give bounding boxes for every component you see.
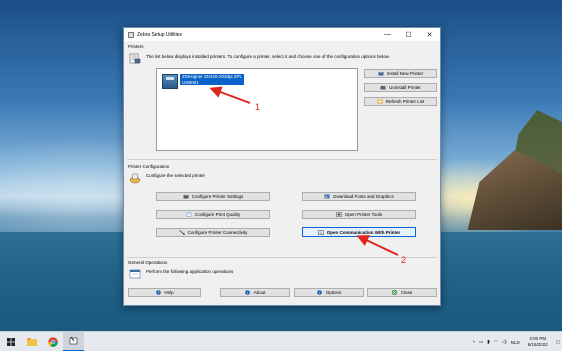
- section-divider: [127, 159, 437, 160]
- about-button[interactable]: i About: [220, 288, 290, 297]
- about-icon: i: [245, 290, 251, 295]
- notification-icon[interactable]: ▢: [556, 339, 560, 345]
- chrome-icon: [47, 336, 58, 347]
- about-label: About: [253, 290, 266, 295]
- uninstall-printer-label: Uninstall Printer: [389, 85, 421, 90]
- section-divider-2: [127, 257, 437, 258]
- options-label: Options: [325, 290, 342, 295]
- title-bar[interactable]: Zebra Setup Utilities — ☐ ✕: [124, 28, 440, 41]
- volume-icon[interactable]: ◁): [502, 339, 507, 345]
- install-new-printer-label: Install New Printer: [386, 71, 424, 76]
- configure-printer-connectivity-label: Configure Printer Connectivity: [187, 230, 248, 235]
- help-icon: ?: [155, 290, 161, 295]
- network-icon[interactable]: ▭: [479, 339, 483, 345]
- help-label: Help: [164, 290, 174, 295]
- file-explorer-taskbar-item[interactable]: [21, 332, 42, 351]
- app-icon: [128, 31, 134, 38]
- start-button[interactable]: [0, 332, 21, 351]
- folder-icon: [26, 337, 37, 346]
- clock[interactable]: 3:00 PM 6/16/2022: [526, 336, 550, 348]
- taskbar: ^ ▭ ▮ ◠ ◁) NLD 3:00 PM 6/16/2022 ▢: [0, 331, 562, 351]
- system-tray: ^ ▭ ▮ ◠ ◁) NLD 3:00 PM 6/16/2022 ▢: [471, 332, 562, 351]
- open-printer-tools-button[interactable]: Open Printer Tools: [302, 210, 416, 219]
- close-icon: [392, 290, 398, 295]
- communication-icon: [318, 229, 324, 235]
- annotation-number-2: 2: [401, 255, 407, 265]
- minimize-button[interactable]: —: [377, 28, 398, 41]
- download-fonts-icon: A: [324, 194, 330, 199]
- download-fonts-graphics-button[interactable]: A Download Fonts and Graphics: [302, 192, 416, 201]
- general-operations-section-label: General Operations: [128, 260, 168, 265]
- maximize-button[interactable]: ☐: [398, 28, 419, 41]
- general-operations-hint: Perform the following application operat…: [146, 269, 234, 274]
- printer-list-icon: [129, 53, 141, 64]
- annotation-number-1: 1: [255, 102, 261, 112]
- printer-settings-icon: [183, 194, 189, 199]
- zebra-setup-utilities-taskbar-item[interactable]: [63, 331, 84, 351]
- clock-date: 6/16/2022: [527, 342, 548, 347]
- windows-logo-icon: [6, 337, 15, 346]
- printers-hint: The list below displays installed printe…: [146, 54, 390, 59]
- download-fonts-graphics-label: Download Fonts and Graphics: [333, 194, 394, 199]
- open-printer-tools-label: Open Printer Tools: [344, 212, 383, 217]
- printer-tools-icon: [336, 212, 342, 217]
- install-new-printer-button[interactable]: Install New Printer: [364, 69, 437, 78]
- printer-name: ZDesigner ZD420-203dpi ZPL: [182, 74, 243, 79]
- open-communication-with-printer-label: Open Communication With Printer: [326, 229, 401, 235]
- open-communication-with-printer-button[interactable]: Open Communication With Printer: [302, 227, 416, 237]
- refresh-icon: [377, 99, 383, 104]
- svg-text:i: i: [247, 291, 248, 295]
- options-icon: i: [317, 290, 323, 295]
- printers-section-label: Printers: [128, 44, 144, 49]
- refresh-printer-list-label: Refresh Printer List: [385, 99, 425, 104]
- help-button[interactable]: ? Help: [128, 288, 201, 297]
- printer-icon: [162, 74, 178, 89]
- zebra-app-icon: [69, 336, 78, 345]
- configure-printer-icon: [129, 173, 141, 184]
- uninstall-printer-button[interactable]: Uninstall Printer: [364, 83, 437, 92]
- connectivity-icon: [178, 230, 185, 235]
- uninstall-printer-icon: [380, 85, 386, 90]
- printer-configuration-section-label: Printer Configuration: [128, 164, 170, 169]
- window-title: Zebra Setup Utilities: [137, 31, 183, 38]
- print-quality-icon: [186, 212, 192, 217]
- configure-printer-connectivity-button[interactable]: Configure Printer Connectivity: [156, 228, 270, 237]
- close-window-button[interactable]: ✕: [419, 28, 440, 41]
- application-window-icon: [129, 269, 141, 279]
- svg-text:?: ?: [157, 291, 159, 295]
- configure-printer-settings-label: Configure Printer Settings: [191, 194, 244, 199]
- printer-entry-zd420[interactable]: ZDesigner ZD420-203dpi ZPL USB001: [162, 74, 245, 89]
- zebra-setup-utilities-window: Zebra Setup Utilities — ☐ ✕ Printers The…: [123, 27, 441, 306]
- printer-configuration-hint: Configure the selected printer: [146, 173, 206, 178]
- options-button[interactable]: i Options: [294, 288, 364, 297]
- battery-icon[interactable]: ▮: [487, 339, 489, 345]
- refresh-printer-list-button[interactable]: Refresh Printer List: [364, 97, 437, 106]
- close-button[interactable]: Close: [367, 288, 437, 297]
- language-indicator[interactable]: NLD: [511, 340, 520, 345]
- printer-port: USB001: [182, 79, 199, 85]
- configure-print-quality-button[interactable]: Configure Print Quality: [156, 210, 270, 219]
- chevron-up-icon[interactable]: ^: [473, 340, 475, 345]
- configure-print-quality-label: Configure Print Quality: [194, 212, 241, 217]
- close-label: Close: [400, 290, 413, 295]
- configure-printer-settings-button[interactable]: Configure Printer Settings: [156, 192, 270, 201]
- chrome-taskbar-item[interactable]: [42, 332, 63, 351]
- install-printer-icon: [378, 71, 384, 76]
- wifi-icon[interactable]: ◠: [494, 339, 498, 345]
- svg-text:i: i: [319, 291, 320, 295]
